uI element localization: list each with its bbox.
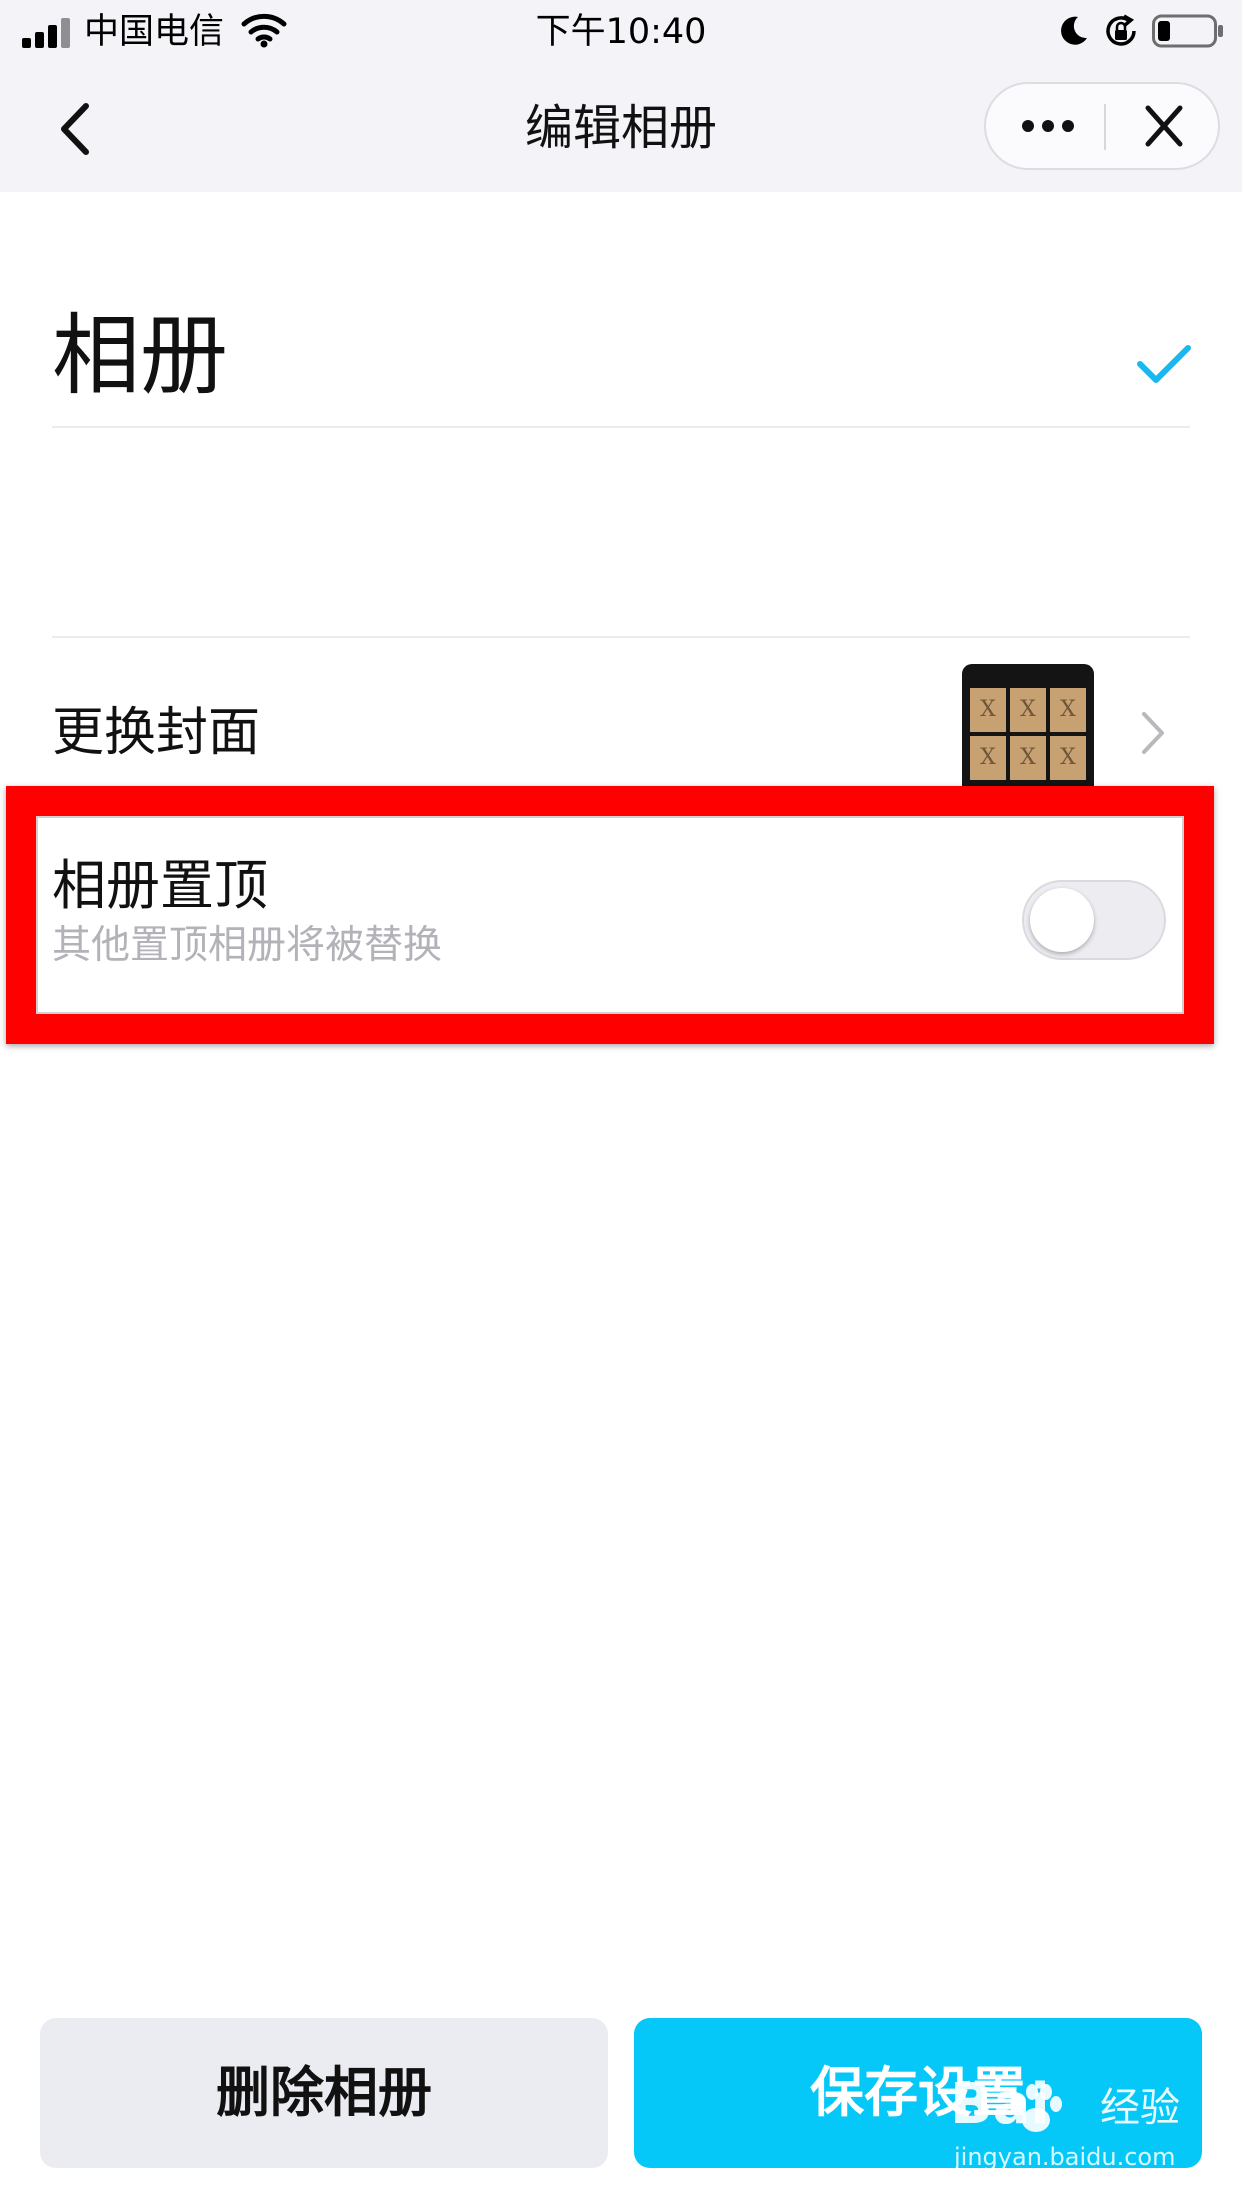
pin-album-subtitle: 其他置顶相册将被替换 [52,923,443,968]
pin-album-title: 相册置顶 [52,854,268,917]
baidu-watermark: Bai 经验 jingyan.baidu.com [950,2070,1210,2180]
delete-album-button[interactable]: 删除相册 [40,2018,608,2168]
cover-tile: X [1010,736,1046,780]
rotation-lock-icon [1106,14,1136,46]
cover-thumbnail: X X X X X X [962,664,1094,790]
more-dots-icon[interactable] [1006,98,1090,154]
moon-icon [1061,16,1087,45]
mini-program-capsule [984,82,1220,170]
cover-tile: X [1050,736,1086,780]
battery-icon [1152,14,1223,48]
close-icon[interactable] [1128,98,1200,154]
nav-bar: 编辑相册 [0,64,1242,192]
change-cover-row[interactable]: 更换封面 X X X X X X [0,640,1242,790]
cover-tile: X [1050,688,1086,732]
change-cover-label: 更换封面 [52,703,261,763]
toggle-knob [1030,888,1094,952]
watermark-suffix: 经验 [1100,2085,1180,2131]
status-bar: 中国电信 下午10:40 [0,0,1242,64]
capsule-divider [1104,104,1106,150]
cover-tile: X [970,736,1006,780]
album-name[interactable]: 相册 [52,296,228,416]
checkmark-icon [1137,345,1191,383]
divider [52,636,1190,638]
divider [52,426,1190,428]
chevron-right-icon [1142,712,1164,754]
cover-tile: X [1010,688,1046,732]
cover-tile: X [970,688,1006,732]
paw-icon [1014,2084,1062,2132]
watermark-url: jingyan.baidu.com [954,2143,1176,2171]
pin-album-toggle[interactable] [1022,880,1166,960]
